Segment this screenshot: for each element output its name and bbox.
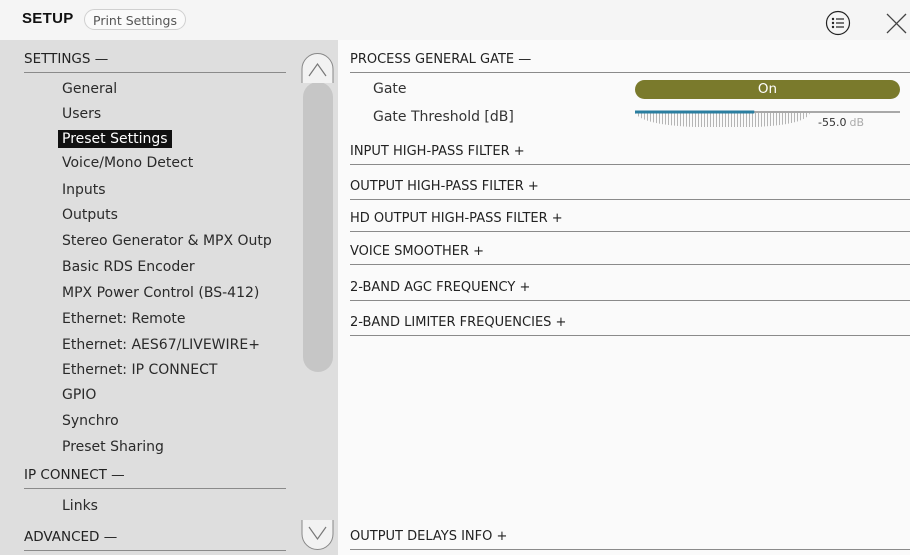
- top-bar: SETUP Print Settings: [0, 0, 910, 40]
- print-settings-button[interactable]: Print Settings: [84, 9, 186, 30]
- sidebar-item-ethernet-remote[interactable]: Ethernet: Remote: [62, 310, 186, 328]
- sidebar-item-gpio[interactable]: GPIO: [62, 386, 96, 404]
- chevron-down-icon[interactable]: [300, 518, 335, 551]
- group-2-band-agc-frequency[interactable]: 2-BAND AGC FREQUENCY +: [350, 278, 910, 301]
- sidebar-item-outputs[interactable]: Outputs: [62, 206, 118, 224]
- sidebar-item-preset-settings[interactable]: Preset Settings: [58, 130, 172, 148]
- sidebar-item-inputs[interactable]: Inputs: [62, 181, 106, 199]
- scroll-thumb[interactable]: [303, 82, 333, 372]
- sidebar-item-links[interactable]: Links: [62, 497, 98, 515]
- sidebar-item-synchro[interactable]: Synchro: [62, 412, 119, 430]
- sidebar-item-basic-rds-encoder[interactable]: Basic RDS Encoder: [62, 258, 195, 276]
- gate-toggle[interactable]: On: [635, 80, 900, 99]
- page-title: SETUP: [22, 10, 74, 27]
- sidebar-section-settings[interactable]: SETTINGS —: [24, 48, 286, 73]
- sidebar-section-ip-connect[interactable]: IP CONNECT —: [24, 464, 286, 489]
- gate-label: Gate: [373, 81, 407, 97]
- gate-threshold-label: Gate Threshold [dB]: [373, 109, 514, 125]
- group-hd-output-high-pass-filter[interactable]: HD OUTPUT HIGH-PASS FILTER +: [350, 209, 910, 232]
- gate-threshold-value: -55.0: [818, 116, 847, 129]
- group-output-delays-info[interactable]: OUTPUT DELAYS INFO +: [350, 527, 910, 550]
- sidebar-section-advanced[interactable]: ADVANCED —: [24, 526, 286, 551]
- group-process-general-gate[interactable]: PROCESS GENERAL GATE —: [350, 50, 910, 73]
- sidebar: SETTINGS — General Users Preset Settings…: [0, 40, 338, 555]
- main-panel: PROCESS GENERAL GATE — Gate On Gate Thre…: [338, 40, 910, 555]
- sidebar-item-general[interactable]: General: [62, 80, 117, 98]
- chevron-up-icon[interactable]: [300, 52, 335, 85]
- sidebar-scrollbar[interactable]: [300, 52, 336, 552]
- close-icon[interactable]: [884, 11, 908, 35]
- group-voice-smoother[interactable]: VOICE SMOOTHER +: [350, 242, 910, 265]
- sidebar-item-voice-mono-detect[interactable]: Voice/Mono Detect: [62, 154, 193, 172]
- sidebar-item-ethernet-aes67[interactable]: Ethernet: AES67/LIVEWIRE+: [62, 336, 260, 354]
- gate-threshold-unit: dB: [849, 116, 864, 129]
- sidebar-item-users[interactable]: Users: [62, 105, 101, 123]
- sidebar-item-preset-sharing[interactable]: Preset Sharing: [62, 438, 164, 456]
- sidebar-item-ethernet-ip-connect[interactable]: Ethernet: IP CONNECT: [62, 361, 217, 379]
- sidebar-item-mpx-power-control[interactable]: MPX Power Control (BS-412): [62, 284, 259, 302]
- group-output-high-pass-filter[interactable]: OUTPUT HIGH-PASS FILTER +: [350, 177, 910, 200]
- gate-threshold-readout: -55.0 dB: [818, 116, 864, 129]
- group-input-high-pass-filter[interactable]: INPUT HIGH-PASS FILTER +: [350, 142, 910, 165]
- sidebar-item-stereo-generator[interactable]: Stereo Generator & MPX Outp: [62, 232, 272, 250]
- group-2-band-limiter-frequencies[interactable]: 2-BAND LIMITER FREQUENCIES +: [350, 313, 910, 336]
- list-menu-icon[interactable]: [825, 10, 851, 36]
